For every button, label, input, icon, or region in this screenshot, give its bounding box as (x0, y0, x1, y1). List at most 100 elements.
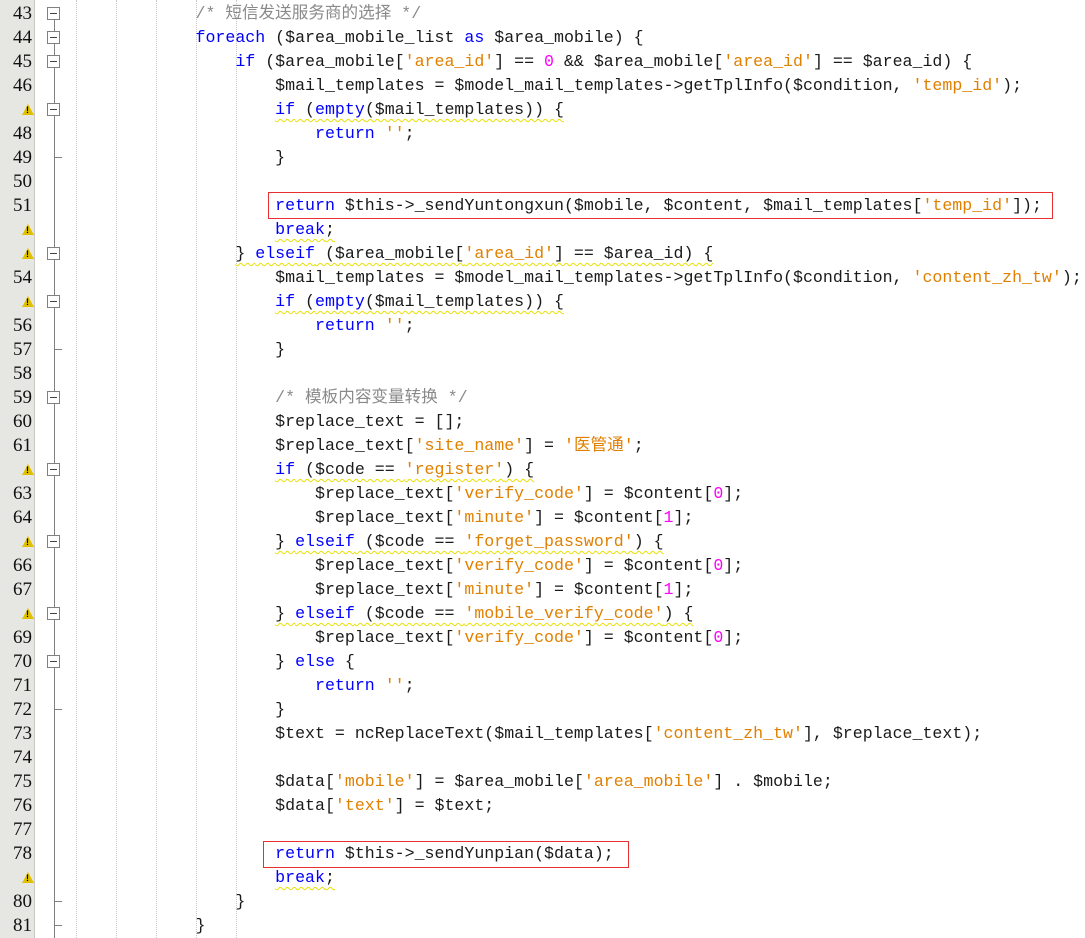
code-line[interactable]: 49 } (0, 146, 1085, 170)
warning-icon[interactable] (22, 872, 34, 883)
code-text: } (76, 914, 206, 938)
warning-icon[interactable] (22, 536, 34, 547)
code-line[interactable]: 81 } (0, 914, 1085, 938)
code-token: && $area_mobile[ (554, 52, 724, 71)
code-line[interactable]: if (empty($mail_templates)) { (0, 98, 1085, 122)
comment-token: /* 模板内容变量转换 */ (275, 388, 468, 407)
line-number: 67 (13, 579, 32, 600)
string-token: 'area_mobile' (583, 772, 714, 791)
code-line[interactable]: 63 $replace_text['verify_code'] = $conte… (0, 482, 1085, 506)
code-line[interactable]: 46 $mail_templates = $model_mail_templat… (0, 74, 1085, 98)
fold-end-marker (54, 709, 62, 710)
code-token: } (275, 652, 296, 671)
code-token: $replace_text[ (275, 436, 415, 455)
keyword-token: empty (315, 292, 365, 311)
code-line[interactable]: 70 } else { (0, 650, 1085, 674)
code-line[interactable]: 64 $replace_text['minute'] = $content[1]… (0, 506, 1085, 530)
line-number: 51 (13, 195, 32, 216)
code-line[interactable]: 76 $data['text'] = $text; (0, 794, 1085, 818)
code-line[interactable]: } elseif ($code == 'forget_password') { (0, 530, 1085, 554)
code-token: ] = $content[ (583, 628, 714, 647)
warning-icon[interactable] (22, 608, 34, 619)
number-token: 0 (713, 484, 724, 503)
code-line[interactable]: 45 if ($area_mobile['area_id'] == 0 && $… (0, 50, 1085, 74)
code-line[interactable]: 80 } (0, 890, 1085, 914)
code-token: } (195, 916, 206, 935)
string-token: 'temp_id' (912, 76, 1003, 95)
keyword-token: return (315, 124, 375, 143)
warning-icon[interactable] (22, 224, 34, 235)
fold-collapse-icon[interactable] (47, 31, 60, 44)
fold-collapse-icon[interactable] (47, 7, 60, 20)
code-line[interactable]: 56 return ''; (0, 314, 1085, 338)
code-text: } elseif ($area_mobile['area_id'] == $ar… (76, 242, 713, 266)
code-line[interactable]: 73 $text = ncReplaceText($mail_templates… (0, 722, 1085, 746)
code-line[interactable]: 71 return ''; (0, 674, 1085, 698)
code-line[interactable]: } elseif ($area_mobile['area_id'] == $ar… (0, 242, 1085, 266)
fold-collapse-icon[interactable] (47, 655, 60, 668)
code-line[interactable]: 48 return ''; (0, 122, 1085, 146)
fold-end-marker (54, 157, 62, 158)
code-token: ] = $content[ (583, 556, 714, 575)
code-text: /* 模板内容变量转换 */ (76, 386, 468, 410)
fold-collapse-icon[interactable] (47, 55, 60, 68)
code-line[interactable]: 57 } (0, 338, 1085, 362)
keyword-token: break (275, 220, 325, 239)
code-line[interactable]: 74 (0, 746, 1085, 770)
warning-icon[interactable] (22, 248, 34, 259)
fold-collapse-icon[interactable] (47, 247, 60, 260)
fold-collapse-icon[interactable] (47, 463, 60, 476)
code-line[interactable]: 69 $replace_text['verify_code'] = $conte… (0, 626, 1085, 650)
code-line[interactable]: 61 $replace_text['site_name'] = '医管通'; (0, 434, 1085, 458)
code-line[interactable]: break; (0, 866, 1085, 890)
code-token: } (275, 148, 286, 167)
code-text: return ''; (76, 314, 415, 338)
string-token: '' (384, 316, 405, 335)
line-number: 45 (13, 51, 32, 72)
line-number: 63 (13, 483, 32, 504)
code-token: $replace_text[ (315, 484, 455, 503)
code-line[interactable]: break; (0, 218, 1085, 242)
code-token: ($code == (354, 604, 465, 623)
code-line[interactable]: 60 $replace_text = []; (0, 410, 1085, 434)
code-line[interactable]: 72 } (0, 698, 1085, 722)
line-number: 57 (13, 339, 32, 360)
code-line[interactable]: 59 /* 模板内容变量转换 */ (0, 386, 1085, 410)
line-number: 54 (13, 267, 32, 288)
fold-collapse-icon[interactable] (47, 295, 60, 308)
code-line[interactable]: } elseif ($code == 'mobile_verify_code')… (0, 602, 1085, 626)
line-number: 81 (13, 915, 32, 936)
line-number: 44 (13, 27, 32, 48)
code-token: ( (295, 292, 316, 311)
fold-collapse-icon[interactable] (47, 535, 60, 548)
warning-icon[interactable] (22, 464, 34, 475)
line-number: 69 (13, 627, 32, 648)
fold-collapse-icon[interactable] (47, 607, 60, 620)
code-line[interactable]: 50 (0, 170, 1085, 194)
code-text: } (76, 890, 245, 914)
code-line[interactable]: if ($code == 'register') { (0, 458, 1085, 482)
line-number: 43 (13, 3, 32, 24)
code-text: foreach ($area_mobile_list as $area_mobi… (76, 26, 644, 50)
code-token: ] = $content[ (534, 580, 664, 599)
code-line[interactable]: 66 $replace_text['verify_code'] = $conte… (0, 554, 1085, 578)
code-token: } (275, 340, 286, 359)
code-line[interactable]: 43 /* 短信发送服务商的选择 */ (0, 2, 1085, 26)
string-token: 'area_id' (404, 52, 495, 71)
code-line[interactable]: 44 foreach ($area_mobile_list as $area_m… (0, 26, 1085, 50)
code-line[interactable]: 58 (0, 362, 1085, 386)
keyword-token: if (275, 100, 296, 119)
code-line[interactable]: 67 $replace_text['minute'] = $content[1]… (0, 578, 1085, 602)
code-text: $replace_text = []; (76, 410, 464, 434)
code-line[interactable]: if (empty($mail_templates)) { (0, 290, 1085, 314)
code-line[interactable]: 77 (0, 818, 1085, 842)
warning-icon[interactable] (22, 104, 34, 115)
code-line[interactable]: 75 $data['mobile'] = $area_mobile['area_… (0, 770, 1085, 794)
warning-icon[interactable] (22, 296, 34, 307)
code-text: return ''; (76, 674, 415, 698)
fold-collapse-icon[interactable] (47, 103, 60, 116)
string-token: 'content_zh_tw' (912, 268, 1062, 287)
fold-collapse-icon[interactable] (47, 391, 60, 404)
code-line[interactable]: 54 $mail_templates = $model_mail_templat… (0, 266, 1085, 290)
